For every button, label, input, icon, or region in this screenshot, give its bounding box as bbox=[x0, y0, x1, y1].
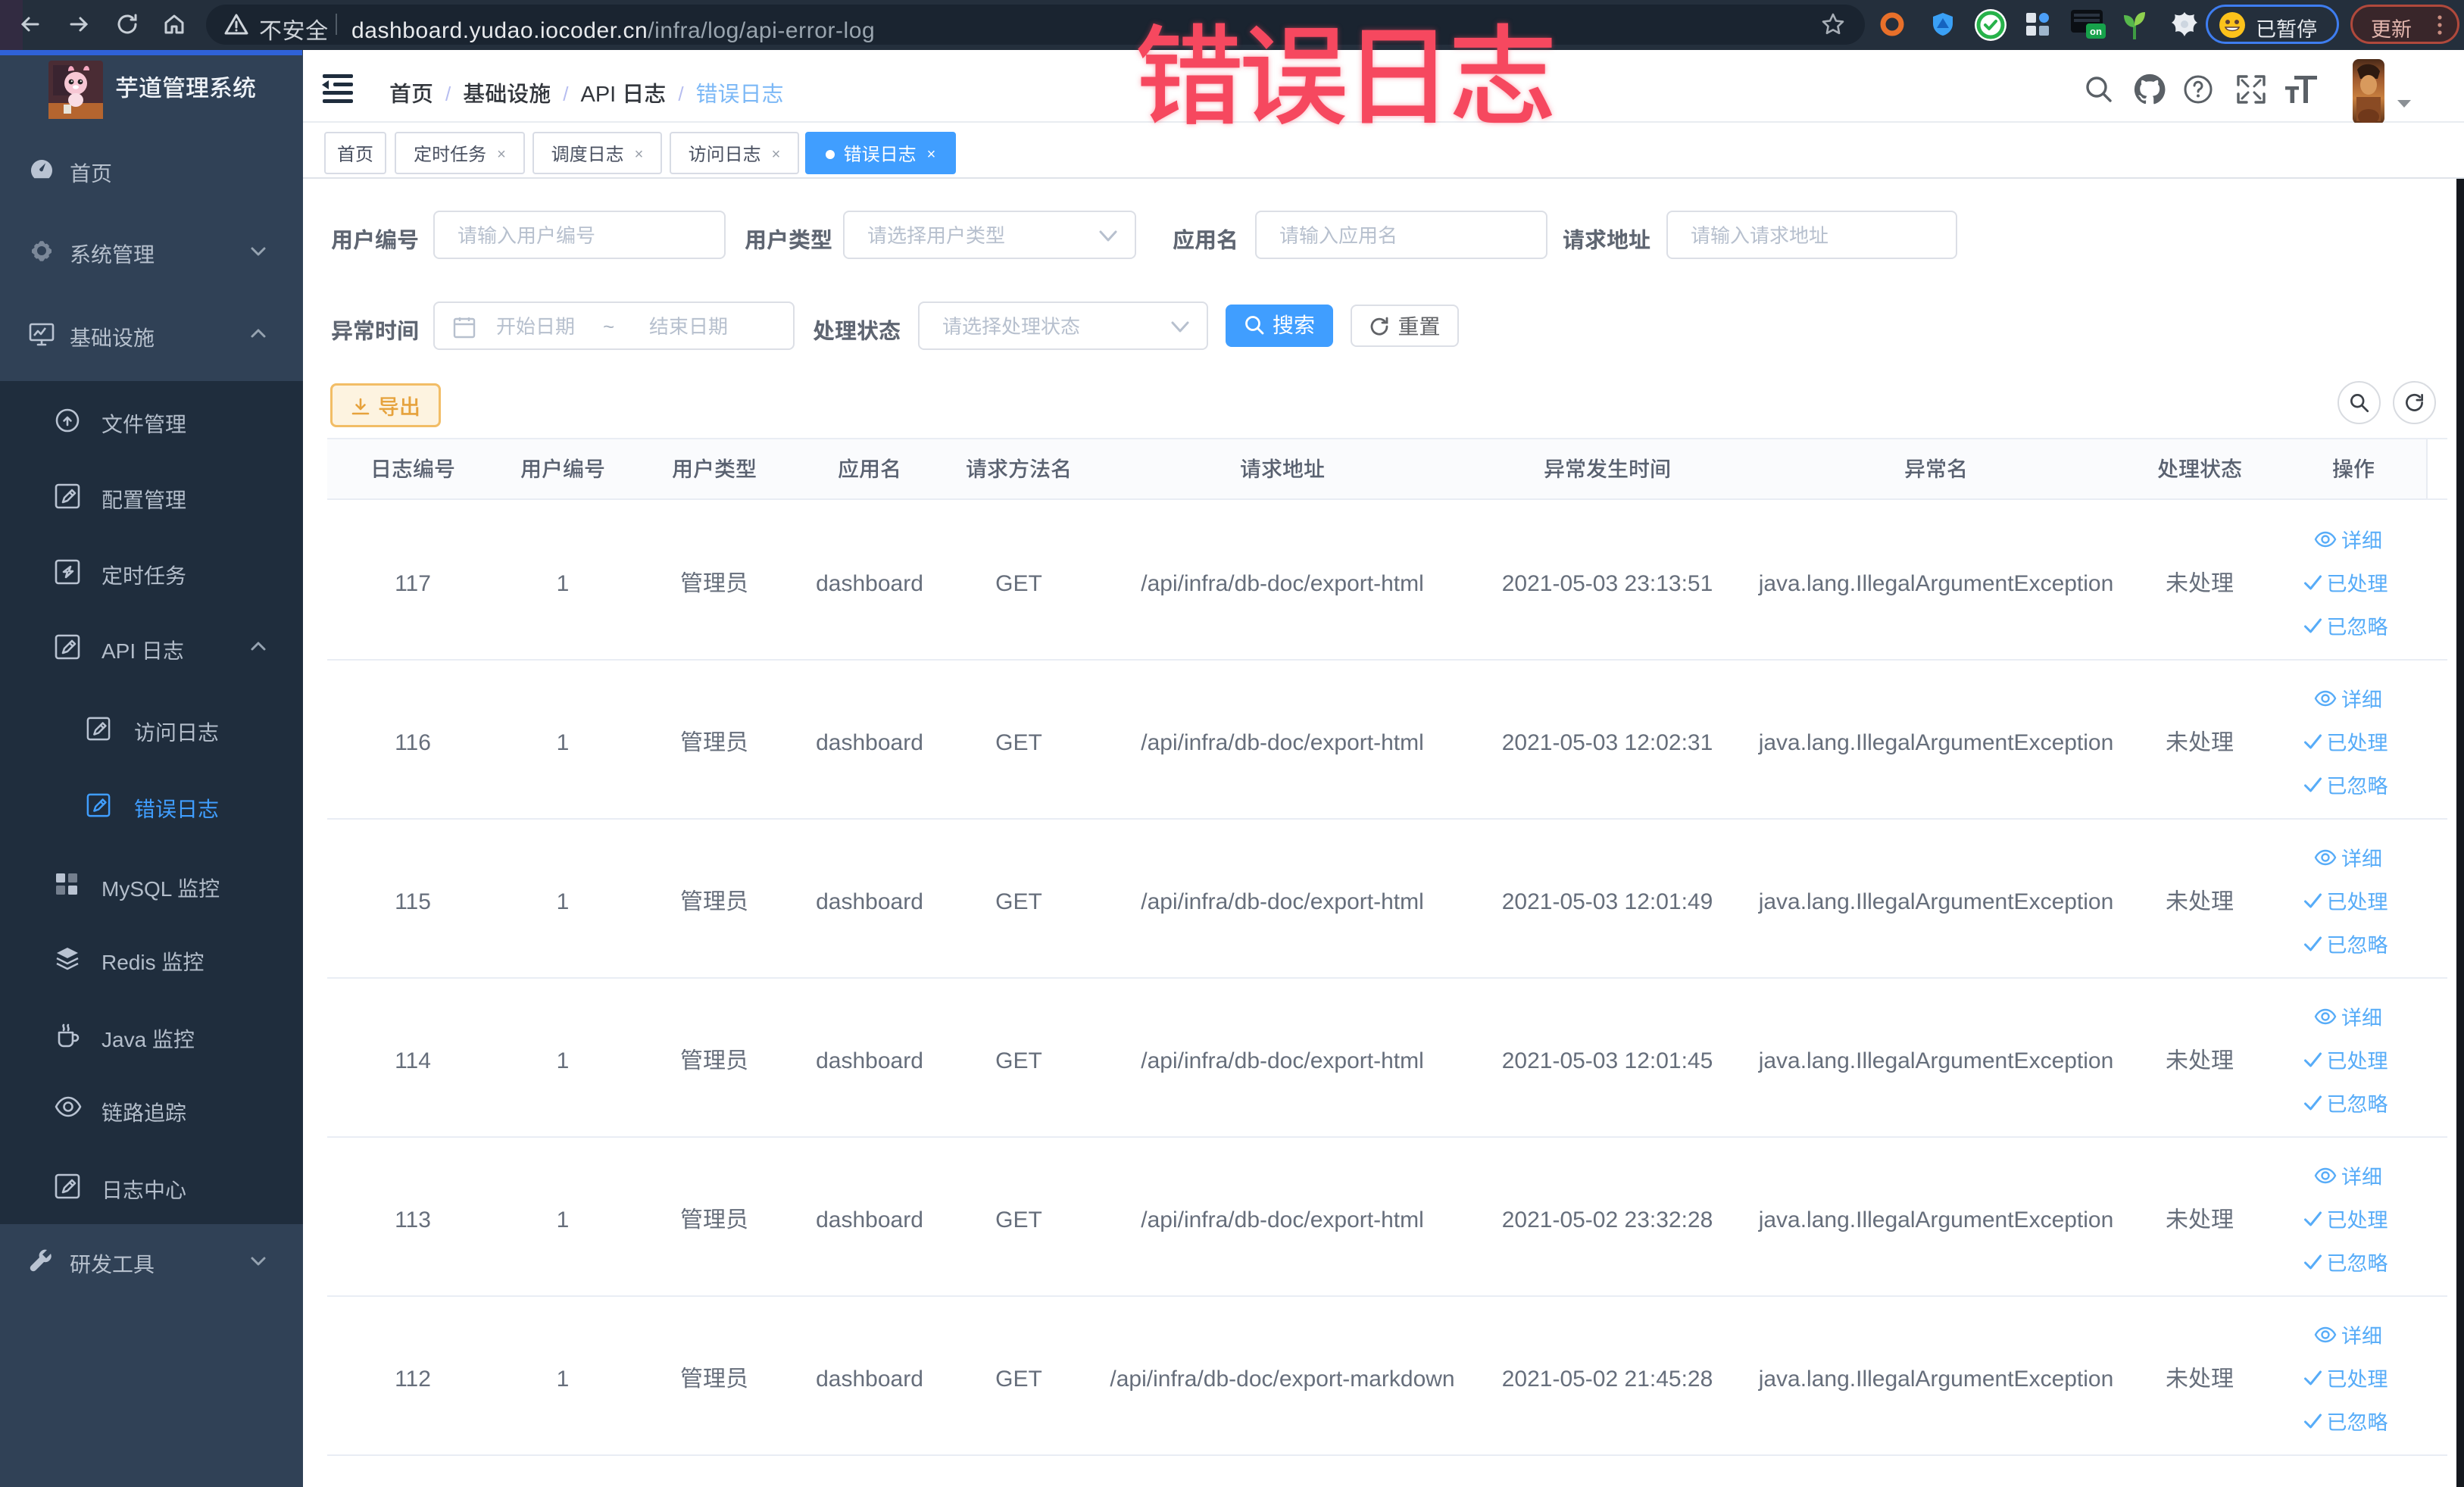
svg-text:on: on bbox=[2090, 26, 2102, 37]
